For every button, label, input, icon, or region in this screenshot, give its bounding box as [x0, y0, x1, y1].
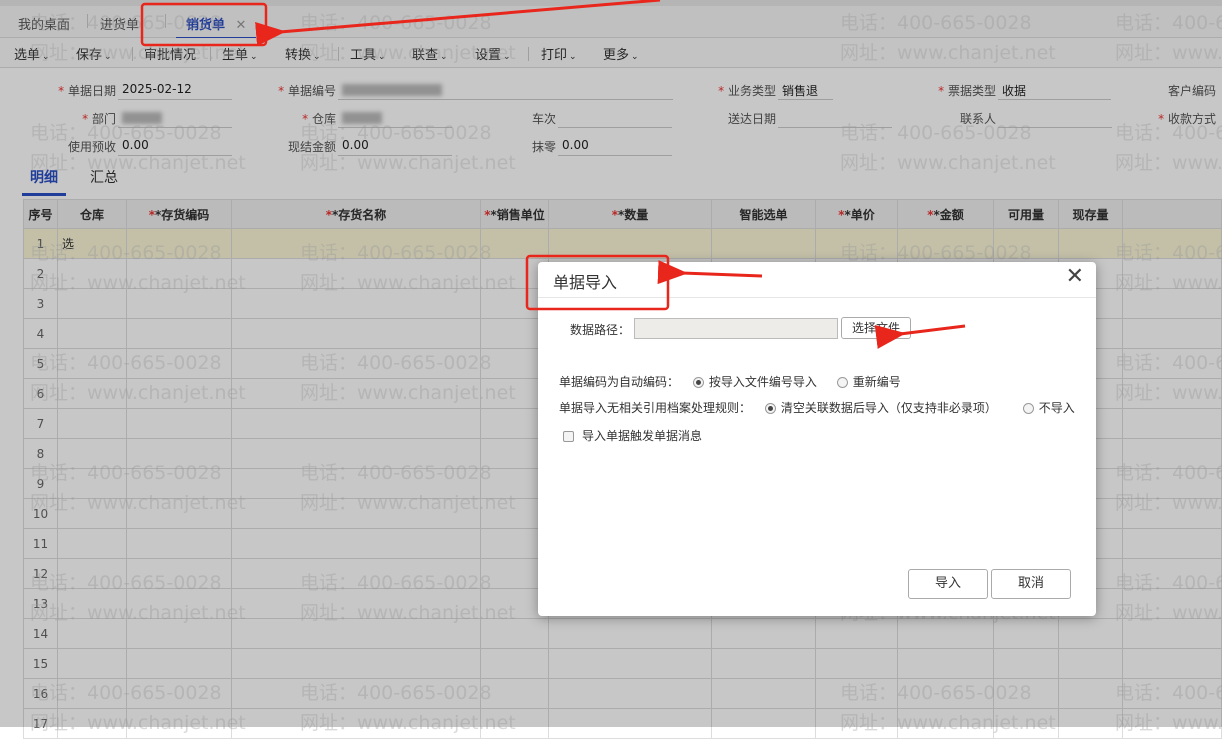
path-input[interactable]	[634, 318, 838, 339]
divider	[538, 297, 1096, 298]
import-dialog: 单据导入 ✕ 数据路径： 选择文件 单据编码为自动编码： 按导入文件编号导入 重…	[538, 262, 1096, 616]
radio-keep-number[interactable]: 按导入文件编号导入	[692, 375, 817, 389]
path-label: 数据路径：	[570, 323, 631, 337]
import-button[interactable]: 导入	[908, 569, 988, 599]
radio-no-import[interactable]: 不导入	[1022, 401, 1075, 415]
radio-clear-import[interactable]: 清空关联数据后导入（仅支持非必录项）	[764, 401, 997, 415]
dialog-title: 单据导入	[553, 273, 618, 292]
choose-file-button[interactable]: 选择文件	[841, 317, 911, 339]
cancel-button[interactable]: 取消	[991, 569, 1071, 599]
auto-code-label: 单据编码为自动编码：	[559, 375, 680, 389]
rule-row: 单据导入无相关引用档案处理规则： 清空关联数据后导入（仅支持非必录项） 不导入	[559, 399, 1075, 416]
close-icon[interactable]: ✕	[1066, 264, 1084, 289]
trigger-checkbox[interactable]: 导入单据触发单据消息	[563, 427, 702, 444]
auto-code-row: 单据编码为自动编码： 按导入文件编号导入 重新编号	[559, 373, 901, 390]
radio-renumber[interactable]: 重新编号	[836, 375, 901, 389]
rule-label: 单据导入无相关引用档案处理规则：	[559, 401, 752, 415]
